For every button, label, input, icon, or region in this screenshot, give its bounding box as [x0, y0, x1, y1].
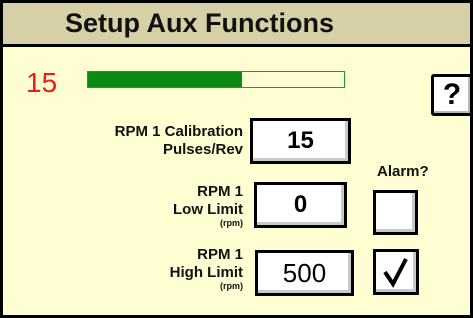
low-limit-label-line2: Low Limit: [173, 201, 243, 218]
high-limit-label-line2: High Limit: [169, 264, 243, 281]
high-limit-alarm-checkbox[interactable]: [373, 249, 419, 295]
low-limit-label-line1: RPM 1: [197, 183, 243, 200]
page-title: Setup Aux Functions: [65, 8, 334, 38]
status-value-readout: 15: [26, 67, 58, 98]
calibration-label-line1: RPM 1 Calibration: [114, 123, 243, 140]
low-limit-alarm-checkbox[interactable]: [373, 190, 418, 235]
low-limit-field[interactable]: 0: [254, 182, 347, 228]
checkmark-icon: [383, 258, 408, 288]
calibration-label-line2: Pulses/Rev: [162, 141, 243, 158]
high-limit-label: RPM 1 High Limit (rpm): [93, 246, 243, 291]
low-limit-label: RPM 1 Low Limit (rpm): [93, 183, 243, 228]
help-button-label: ?: [442, 78, 462, 111]
progress-bar: [87, 71, 345, 88]
high-limit-label-line1: RPM 1: [197, 246, 243, 263]
title-bar: Setup Aux Functions: [3, 3, 470, 47]
high-limit-unit: (rpm): [220, 281, 243, 291]
low-limit-unit: (rpm): [220, 218, 243, 228]
alarm-column-header: Alarm?: [377, 163, 429, 180]
calibration-label: RPM 1 Calibration Pulses/Rev: [43, 123, 243, 159]
high-limit-field[interactable]: 500: [255, 250, 354, 296]
progress-bar-fill: [88, 72, 242, 87]
setup-screen: Setup Aux Functions 15 ? RPM 1 Calibrati…: [0, 0, 473, 318]
help-button[interactable]: ?: [431, 74, 470, 116]
calibration-pulses-field[interactable]: 15: [250, 118, 351, 164]
